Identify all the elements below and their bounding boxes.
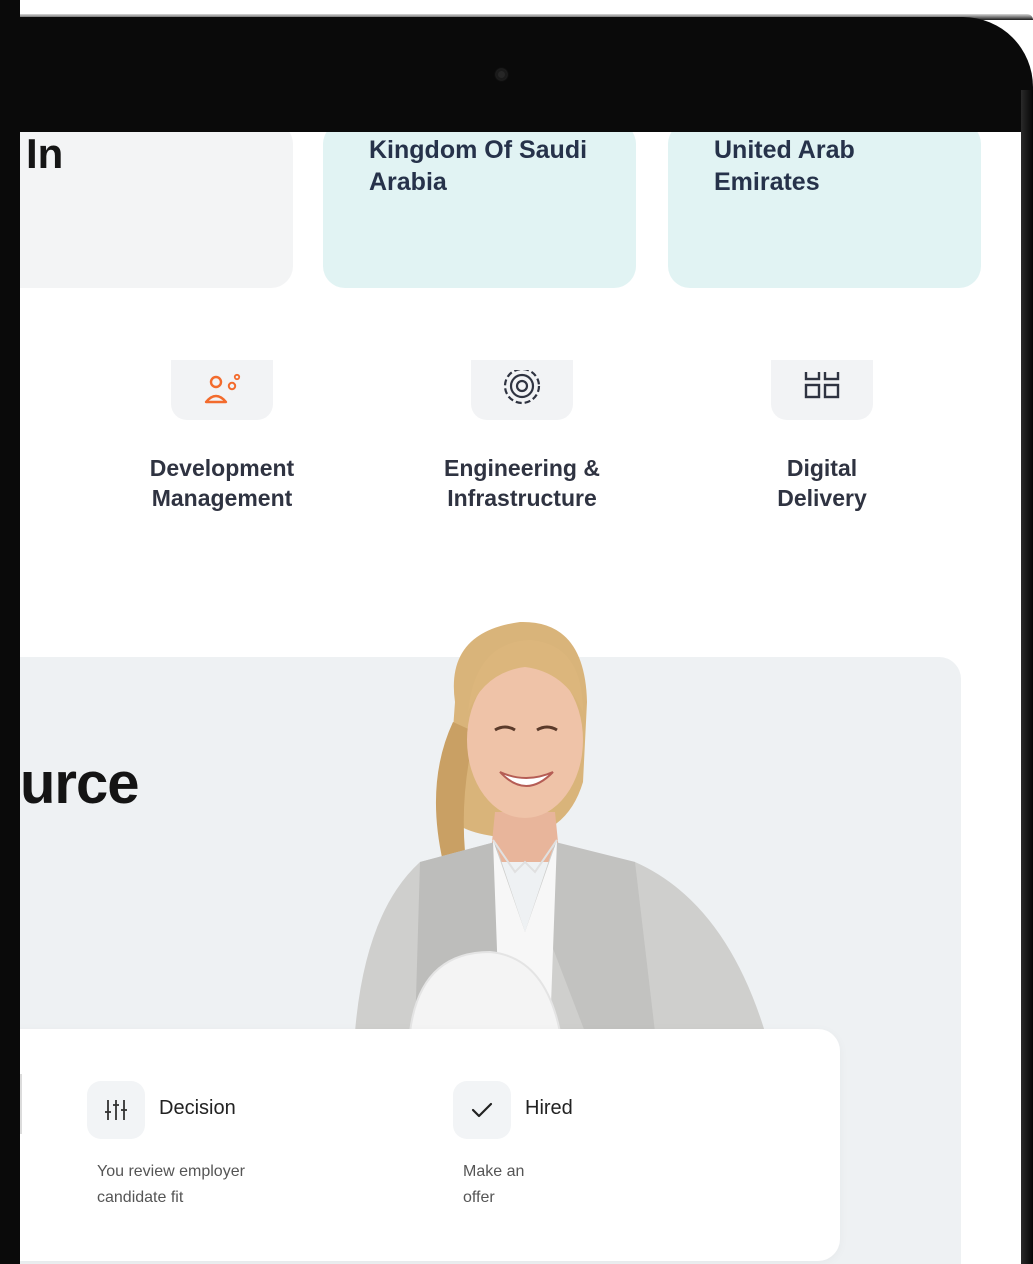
location-card-uae[interactable]: United Arab Emirates bbox=[668, 132, 981, 288]
service-engineering-infrastructure[interactable]: Engineering & Infrastructure bbox=[392, 360, 652, 513]
device-frame-top bbox=[0, 17, 1033, 132]
location-card-title: United Arab Emirates bbox=[714, 136, 855, 196]
sliders-icon bbox=[87, 1081, 145, 1139]
service-label: Development Management bbox=[149, 455, 295, 511]
device-frame-right bbox=[1021, 90, 1033, 1264]
service-development-management[interactable]: Development Management bbox=[92, 360, 352, 513]
person-gear-icon bbox=[171, 360, 273, 420]
service-label: Engineering & Infrastructure bbox=[444, 455, 600, 511]
service-label: Digital Delivery bbox=[777, 455, 867, 511]
step-label: Decision bbox=[159, 1097, 236, 1119]
location-intro-card: In bbox=[20, 132, 293, 288]
location-card-title: Kingdom Of Saudi Arabia bbox=[369, 136, 588, 196]
step-description: You review employer candidate fit bbox=[97, 1163, 245, 1206]
camera-icon bbox=[496, 69, 507, 80]
gear-cog-icon bbox=[471, 360, 573, 420]
step-description: Make an offer bbox=[463, 1163, 525, 1206]
grid-icon bbox=[771, 360, 873, 420]
location-card-ksa[interactable]: Kingdom Of Saudi Arabia bbox=[323, 132, 636, 288]
step-hired: Hired Make an offer bbox=[453, 1081, 573, 1206]
professional-woman-image bbox=[355, 621, 765, 1032]
check-icon bbox=[453, 1081, 511, 1139]
service-digital-delivery[interactable]: Digital Delivery bbox=[692, 360, 952, 513]
hero-title-partial: urce bbox=[20, 751, 140, 816]
process-steps-card: Decision You review employer candidate f… bbox=[20, 1029, 840, 1261]
screen: In Kingdom Of Saudi Arabia United Arab E… bbox=[20, 132, 1021, 1264]
step-decision: Decision You review employer candidate f… bbox=[87, 1081, 245, 1206]
divider bbox=[20, 1074, 22, 1134]
section-heading-partial: In bbox=[26, 132, 64, 177]
device-frame-left bbox=[0, 0, 20, 1264]
step-label: Hired bbox=[525, 1097, 573, 1119]
